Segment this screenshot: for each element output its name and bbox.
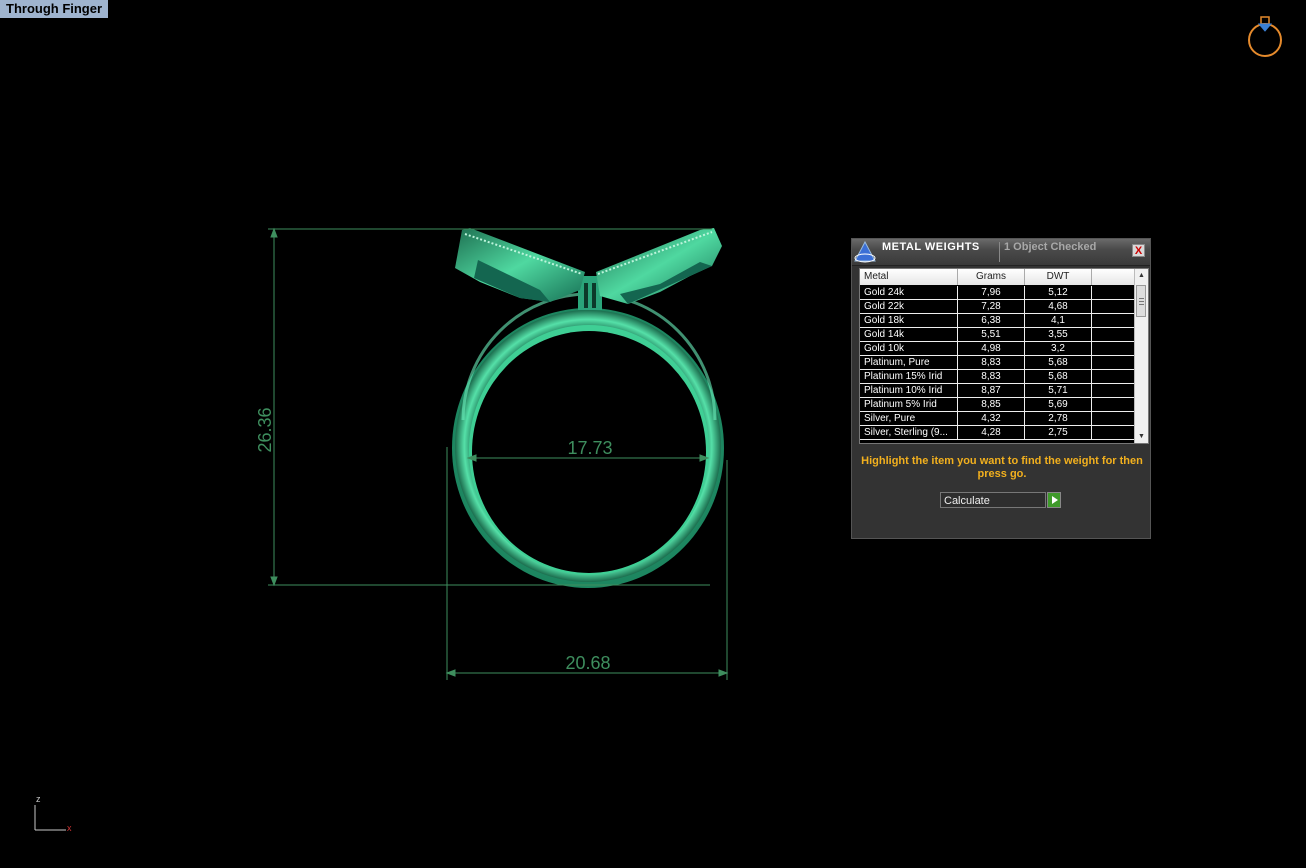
thumb-grip <box>1139 301 1144 302</box>
table-row[interactable]: Platinum 5% Irid 8,85 5,69 <box>860 398 1135 412</box>
go-button[interactable] <box>1047 492 1061 508</box>
column-header-metal[interactable]: Metal <box>860 269 958 285</box>
grams-cell: 6,38 <box>958 314 1025 327</box>
empty-cell <box>1092 286 1135 299</box>
empty-cell <box>1092 314 1135 327</box>
grams-cell: 4,98 <box>958 342 1025 355</box>
table-row[interactable]: Gold 24k 7,96 5,12 <box>860 286 1135 300</box>
table-row[interactable]: Platinum, Pure 8,83 5,68 <box>860 356 1135 370</box>
metal-weights-panel: METAL WEIGHTS 1 Object Checked X Metal G… <box>851 238 1151 539</box>
metal-cell: Silver, Pure <box>860 412 958 425</box>
table-row[interactable]: Gold 10k 4,98 3,2 <box>860 342 1135 356</box>
metal-cell: Platinum 15% Irid <box>860 370 958 383</box>
ring-view-icon[interactable] <box>1248 16 1282 57</box>
metal-cell: Platinum 5% Irid <box>860 398 958 411</box>
metal-cell: Platinum, Pure <box>860 356 958 369</box>
empty-cell <box>1092 412 1135 425</box>
ring-model <box>452 228 724 588</box>
empty-cell <box>1092 356 1135 369</box>
metal-cell: Gold 14k <box>860 328 958 341</box>
metal-cell: Gold 10k <box>860 342 958 355</box>
empty-cell <box>1092 300 1135 313</box>
empty-cell <box>1092 370 1135 383</box>
dwt-cell: 2,78 <box>1025 412 1092 425</box>
instruction-text: Highlight the item you want to find the … <box>861 455 1143 480</box>
grams-cell: 4,28 <box>958 426 1025 439</box>
dimension-width-label: 20.68 <box>565 653 610 673</box>
dwt-cell: 2,75 <box>1025 426 1092 439</box>
dwt-cell: 4,68 <box>1025 300 1092 313</box>
dwt-cell: 5,12 <box>1025 286 1092 299</box>
panel-status: 1 Object Checked <box>1004 241 1097 253</box>
column-header-grams[interactable]: Grams <box>958 269 1025 285</box>
dwt-cell: 5,69 <box>1025 398 1092 411</box>
dimension-height-label: 26.36 <box>255 407 275 452</box>
empty-cell <box>1092 398 1135 411</box>
empty-cell <box>1092 342 1135 355</box>
table-header: Metal Grams DWT <box>860 269 1135 285</box>
metal-table: Metal Grams DWT Gold 24k 7,96 5,12 Gold … <box>859 268 1149 444</box>
header-divider <box>999 242 1000 262</box>
metal-cell: Gold 22k <box>860 300 958 313</box>
table-row[interactable]: Platinum 10% Irid 8,87 5,71 <box>860 384 1135 398</box>
grams-cell: 4,32 <box>958 412 1025 425</box>
close-button[interactable]: X <box>1132 244 1145 257</box>
grams-cell: 8,83 <box>958 356 1025 369</box>
metal-cell: Silver, Sterling (9... <box>860 426 958 439</box>
empty-cell <box>1092 384 1135 397</box>
dimension-inner-label: 17.73 <box>567 438 612 458</box>
metal-cell: Gold 18k <box>860 314 958 327</box>
scroll-down-icon[interactable]: ▼ <box>1135 430 1148 443</box>
grams-cell: 8,87 <box>958 384 1025 397</box>
dwt-cell: 5,71 <box>1025 384 1092 397</box>
metal-cell: Platinum 10% Irid <box>860 384 958 397</box>
thumb-grip <box>1139 298 1144 299</box>
column-header-empty <box>1092 269 1135 285</box>
grams-cell: 7,28 <box>958 300 1025 313</box>
grams-cell: 8,85 <box>958 398 1025 411</box>
table-scrollbar[interactable]: ▲ ▼ <box>1134 269 1148 443</box>
panel-header[interactable]: METAL WEIGHTS 1 Object Checked X <box>852 239 1150 266</box>
dwt-cell: 3,2 <box>1025 342 1092 355</box>
column-header-dwt[interactable]: DWT <box>1025 269 1092 285</box>
table-rows: Gold 24k 7,96 5,12 Gold 22k 7,28 4,68 Go… <box>860 286 1135 440</box>
empty-cell <box>1092 426 1135 439</box>
scroll-up-icon[interactable]: ▲ <box>1135 269 1148 282</box>
table-row[interactable]: Gold 18k 6,38 4,1 <box>860 314 1135 328</box>
axis-x-label: x <box>67 823 72 833</box>
table-row[interactable]: Silver, Pure 4,32 2,78 <box>860 412 1135 426</box>
dwt-cell: 5,68 <box>1025 370 1092 383</box>
table-row[interactable]: Gold 22k 7,28 4,68 <box>860 300 1135 314</box>
panel-title: METAL WEIGHTS <box>882 241 980 253</box>
empty-cell <box>1092 328 1135 341</box>
app-logo-icon <box>854 240 876 263</box>
dwt-cell: 5,68 <box>1025 356 1092 369</box>
axis-z-label: z <box>36 794 41 804</box>
table-row[interactable]: Silver, Sterling (9... 4,28 2,75 <box>860 426 1135 440</box>
grams-cell: 8,83 <box>958 370 1025 383</box>
grams-cell: 7,96 <box>958 286 1025 299</box>
calculate-select[interactable]: Calculate <box>940 492 1046 508</box>
thumb-grip <box>1139 304 1144 305</box>
table-row[interactable]: Platinum 15% Irid 8,83 5,68 <box>860 370 1135 384</box>
scroll-thumb[interactable] <box>1136 285 1146 317</box>
table-row[interactable]: Gold 14k 5,51 3,55 <box>860 328 1135 342</box>
grams-cell: 5,51 <box>958 328 1025 341</box>
axis-indicator: z x <box>34 794 72 833</box>
dwt-cell: 4,1 <box>1025 314 1092 327</box>
metal-cell: Gold 24k <box>860 286 958 299</box>
dwt-cell: 3,55 <box>1025 328 1092 341</box>
